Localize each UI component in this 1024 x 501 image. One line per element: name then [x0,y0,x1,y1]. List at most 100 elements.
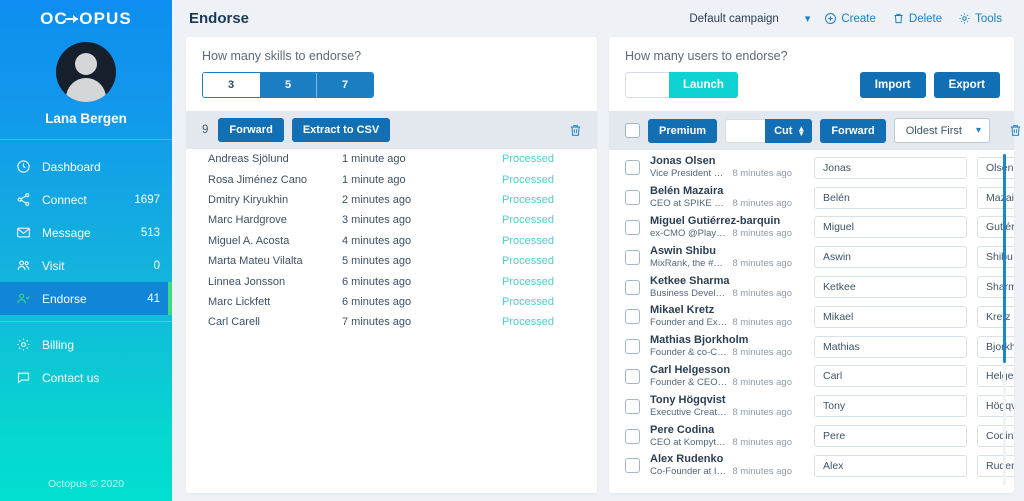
table-row[interactable]: Marc Hardgrove 3 minutes ago Processed [186,210,597,230]
skills-option-7[interactable]: 7 [317,73,373,97]
table-row[interactable]: Carl Carell 7 minutes ago Processed [186,312,597,332]
last-name-field[interactable] [977,454,1014,477]
last-name-field[interactable] [977,156,1014,179]
topbar-actions: Default campaign ▾ Create Delete Tools [689,12,1010,26]
last-name-field[interactable] [977,365,1014,388]
first-name-field[interactable] [814,216,967,239]
row-time: 8 minutes ago [732,287,792,299]
nav-group-primary: Dashboard Connect 1697 Message 513 Visit… [0,144,172,322]
launch-button[interactable]: Launch [669,72,738,98]
last-name-field[interactable] [977,216,1014,239]
premium-button[interactable]: Premium [648,118,718,143]
users-forward-button[interactable]: Forward [820,118,886,143]
list-item[interactable]: Ketkee Sharma Business Develop... 8 minu… [609,272,1014,302]
last-name-field[interactable] [977,246,1014,269]
first-name-field[interactable] [814,156,967,179]
first-name-field[interactable] [814,276,967,299]
row-name: Marc Lickfett [208,295,271,308]
skills-extract-csv-button[interactable]: Extract to CSV [291,118,391,142]
tools-button[interactable]: Tools [950,12,1010,25]
row-time: 2 minutes ago [342,193,412,206]
list-item[interactable]: Jonas Olsen Vice President Vi... 8 minut… [609,153,1014,183]
campaign-dropdown[interactable]: Default campaign ▾ [689,12,810,26]
table-row[interactable]: Andreas Sjölund 1 minute ago Processed [186,149,597,169]
row-checkbox[interactable] [625,368,640,384]
app-logo[interactable]: OCTOPUS [0,0,172,34]
row-time: 7 minutes ago [342,316,412,329]
row-checkbox[interactable] [625,160,640,176]
sidebar-item-dashboard[interactable]: Dashboard [0,150,172,183]
delete-button[interactable]: Delete [884,12,950,25]
row-checkbox[interactable] [625,279,640,295]
row-title: MixRank, the #1 ... [650,257,728,269]
skills-count-segmented-control[interactable]: 3 5 7 [202,72,374,98]
list-item[interactable]: Mathias Bjorkholm Founder & co-CE... 8 m… [609,332,1014,362]
skills-forward-button[interactable]: Forward [218,118,284,142]
list-item[interactable]: Tony Högqvist Executive Creativ... 8 min… [609,391,1014,421]
list-item[interactable]: Pere Codina CEO at Kompyte |... 8 minute… [609,421,1014,451]
last-name-field[interactable] [977,425,1014,448]
sort-dropdown[interactable]: Oldest First ▾ [893,118,990,143]
table-row[interactable]: Linnea Jonsson 6 minutes ago Processed [186,271,597,291]
list-item[interactable]: Belén Mazaira CEO at SPIKE TEC... 8 minu… [609,183,1014,213]
row-checkbox[interactable] [625,398,640,414]
table-row[interactable]: Miguel A. Acosta 4 minutes ago Processed [186,231,597,251]
skills-option-3[interactable]: 3 [203,73,260,97]
row-checkbox[interactable] [625,339,640,355]
last-name-field[interactable] [977,305,1014,328]
first-name-field[interactable] [814,425,967,448]
list-item[interactable]: Carl Helgesson Founder & CEO a... 8 minu… [609,362,1014,392]
first-name-field[interactable] [814,335,967,358]
cut-amount-input[interactable] [725,118,766,143]
users-delete-icon[interactable] [1008,123,1023,138]
users-list-scrollbar[interactable] [1003,154,1006,485]
list-item[interactable]: Mikael Kretz Founder and Exec... 8 minut… [609,302,1014,332]
first-name-field[interactable] [814,186,967,209]
skills-toolbar: 9 Forward Extract to CSV [186,111,597,149]
row-checkbox[interactable] [625,249,640,265]
row-checkbox[interactable] [625,309,640,325]
table-row[interactable]: Marc Lickfett 6 minutes ago Processed [186,292,597,312]
row-checkbox[interactable] [625,219,640,235]
avatar[interactable] [56,42,116,102]
users-amount-input[interactable] [625,72,669,98]
first-name-field[interactable] [814,365,967,388]
skills-option-5[interactable]: 5 [260,73,317,97]
sidebar-item-connect[interactable]: Connect 1697 [0,183,172,216]
trash-icon [892,12,905,25]
row-name: Ketkee Sharma [650,274,730,287]
first-name-field[interactable] [814,395,967,418]
spinner-up-down-icon[interactable]: ▲ ▼ [797,124,805,137]
last-name-field[interactable] [977,395,1014,418]
skills-delete-icon[interactable] [568,123,583,138]
table-row[interactable]: Rosa Jiménez Cano 1 minute ago Processed [186,169,597,189]
sort-dropdown-label: Oldest First [905,124,962,137]
row-checkbox[interactable] [625,428,640,444]
export-button[interactable]: Export [933,72,1000,98]
first-name-field[interactable] [814,454,967,477]
table-row[interactable]: Marta Mateu Vilalta 5 minutes ago Proces… [186,251,597,271]
sidebar-item-visit[interactable]: Visit 0 [0,249,172,282]
sidebar-item-contact-us[interactable]: Contact us [0,361,172,394]
sidebar-item-label: Billing [42,337,75,352]
sidebar-item-message[interactable]: Message 513 [0,216,172,249]
row-checkbox[interactable] [625,458,640,474]
scrollbar-thumb[interactable] [1003,154,1006,363]
select-all-checkbox[interactable] [625,123,640,138]
row-checkbox[interactable] [625,190,640,206]
first-name-field[interactable] [814,305,967,328]
sidebar-item-endorse[interactable]: Endorse 41 [0,282,172,315]
last-name-field[interactable] [977,335,1014,358]
import-button[interactable]: Import [859,72,926,98]
cut-button[interactable]: Cut ▲ ▼ [765,118,813,143]
sidebar-item-billing[interactable]: Billing [0,328,172,361]
first-name-field[interactable] [814,246,967,269]
row-person: Miguel Gutiérrez-barquin ex-CMO @PlayGi.… [650,215,792,240]
create-button[interactable]: Create [816,12,884,25]
list-item[interactable]: Aswin Shibu MixRank, the #1 ... 8 minute… [609,242,1014,272]
list-item[interactable]: Alex Rudenko Co-Founder at IT ... 8 minu… [609,451,1014,481]
last-name-field[interactable] [977,276,1014,299]
last-name-field[interactable] [977,186,1014,209]
table-row[interactable]: Dmitry Kiryukhin 2 minutes ago Processed [186,190,597,210]
list-item[interactable]: Miguel Gutiérrez-barquin ex-CMO @PlayGi.… [609,213,1014,243]
